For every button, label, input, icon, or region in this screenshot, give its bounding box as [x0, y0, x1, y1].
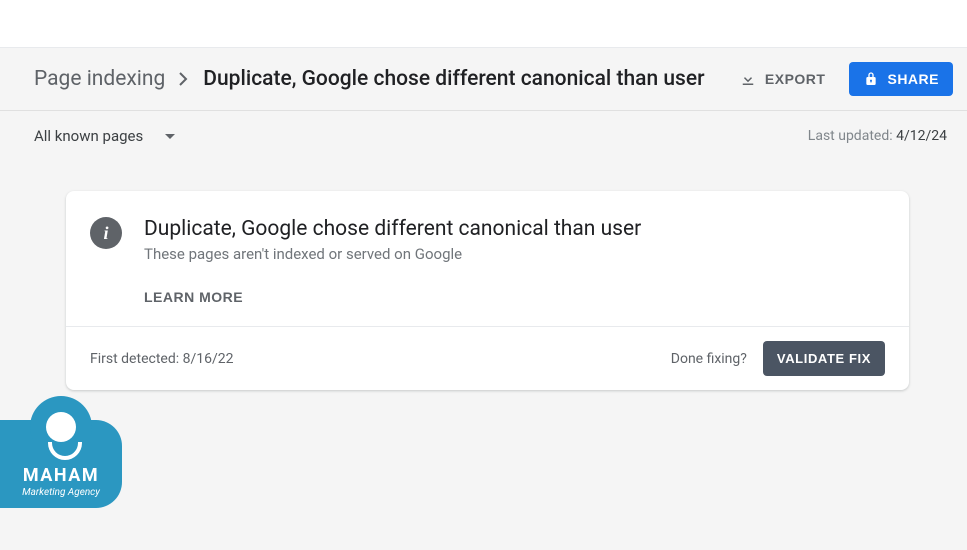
- top-bar: [0, 0, 967, 48]
- share-button[interactable]: SHARE: [849, 62, 953, 96]
- filter-label: All known pages: [34, 127, 143, 145]
- first-detected-label: First detected:: [90, 351, 183, 367]
- dropdown-caret-icon: [165, 134, 175, 139]
- logo-mark-icon: [30, 396, 92, 458]
- logo-tagline: Marketing Agency: [22, 487, 100, 498]
- last-updated-label: Last updated:: [808, 128, 896, 144]
- filter-row: All known pages Last updated: 4/12/24: [0, 111, 967, 161]
- export-button[interactable]: EXPORT: [731, 64, 834, 94]
- validate-fix-button[interactable]: VALIDATE FIX: [763, 341, 885, 376]
- breadcrumb-parent-link[interactable]: Page indexing: [34, 67, 165, 91]
- done-fixing-label: Done fixing?: [671, 351, 747, 367]
- header-actions: EXPORT SHARE: [731, 62, 953, 96]
- footer-right: Done fixing? VALIDATE FIX: [671, 341, 885, 376]
- first-detected: First detected: 8/16/22: [90, 351, 234, 367]
- issue-title: Duplicate, Google chose different canoni…: [144, 217, 641, 241]
- breadcrumb-current: Duplicate, Google chose different canoni…: [203, 67, 704, 91]
- lock-icon: [863, 71, 879, 87]
- content-area: Page indexing Duplicate, Google chose di…: [0, 48, 967, 390]
- chevron-right-icon: [179, 72, 189, 86]
- card-text: Duplicate, Google chose different canoni…: [144, 217, 641, 306]
- watermark-logo: MAHAM Marketing Agency: [0, 420, 122, 508]
- learn-more-button[interactable]: LEARN MORE: [144, 289, 243, 305]
- last-updated-date: 4/12/24: [896, 128, 947, 144]
- issue-subtitle: These pages aren't indexed or served on …: [144, 245, 641, 263]
- export-label: EXPORT: [765, 71, 826, 87]
- page-filter-dropdown[interactable]: All known pages: [34, 127, 175, 145]
- logo-name: MAHAM: [23, 467, 99, 485]
- download-icon: [739, 70, 757, 88]
- breadcrumb: Page indexing Duplicate, Google chose di…: [34, 67, 705, 91]
- card-body: i Duplicate, Google chose different cano…: [66, 191, 909, 326]
- info-icon: i: [90, 217, 122, 249]
- card-footer: First detected: 8/16/22 Done fixing? VAL…: [66, 326, 909, 390]
- last-updated: Last updated: 4/12/24: [808, 128, 947, 144]
- share-label: SHARE: [887, 71, 939, 87]
- issue-card: i Duplicate, Google chose different cano…: [66, 191, 909, 390]
- page-header: Page indexing Duplicate, Google chose di…: [0, 48, 967, 111]
- first-detected-date: 8/16/22: [183, 351, 234, 367]
